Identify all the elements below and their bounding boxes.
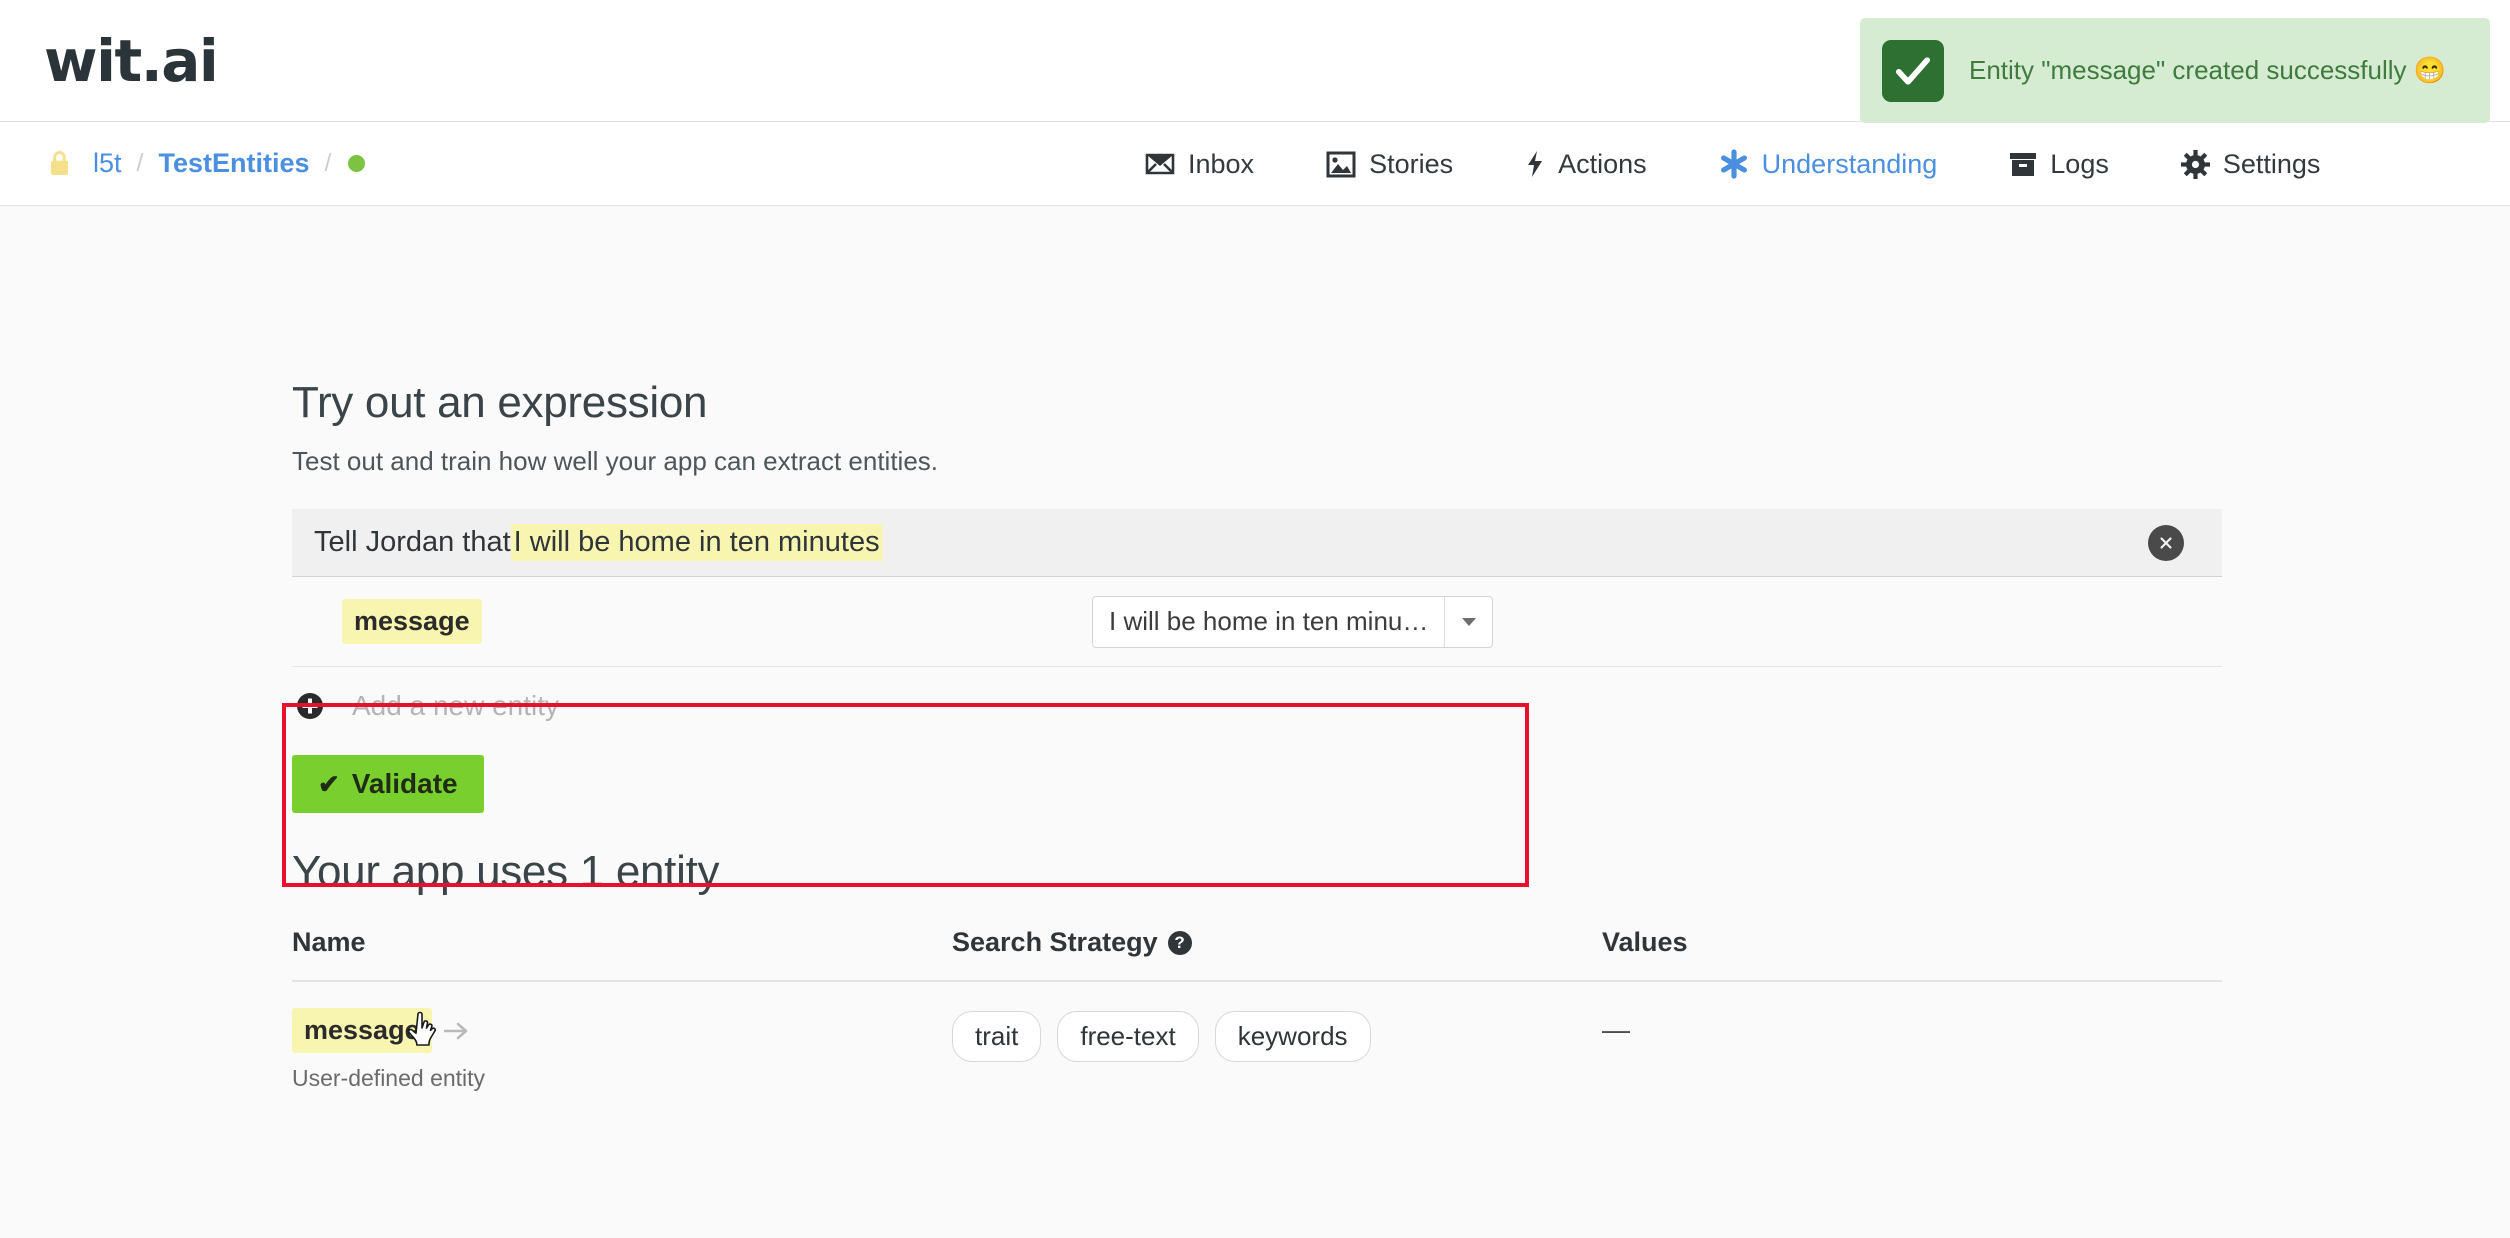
strategy-pill-keywords[interactable]: keywords xyxy=(1214,1011,1371,1062)
expression-area: Tell Jordan that I will be home in ten m… xyxy=(292,509,2222,813)
gear-icon xyxy=(2180,149,2210,179)
arrow-right-icon xyxy=(432,1022,470,1040)
nav-label-logs: Logs xyxy=(2050,148,2109,179)
main-content: Try out an expression Test out and train… xyxy=(292,378,2222,1092)
breadcrumb-separator-2: / xyxy=(324,149,332,177)
entities-table: Name Search Strategy ? Values message Us… xyxy=(292,927,2222,1092)
table-cell-strategy: trait free-text keywords xyxy=(952,1008,1602,1062)
nav-item-understanding[interactable]: Understanding xyxy=(1719,148,1938,180)
plus-circle-icon xyxy=(296,692,324,720)
add-new-entity-placeholder: Add a new entity xyxy=(352,690,560,721)
page-body: Try out an expression Test out and train… xyxy=(0,206,2510,1238)
breadcrumb-app[interactable]: TestEntities xyxy=(158,148,309,179)
inbox-icon xyxy=(1145,151,1175,177)
check-mark-icon: ✔ xyxy=(318,768,340,799)
entity-row: message I will be home in ten minu… xyxy=(292,577,2222,667)
table-row: message User-defined entity trait free-t… xyxy=(292,982,2222,1092)
bolt-icon xyxy=(1525,150,1545,178)
nav-label-stories: Stories xyxy=(1369,148,1454,179)
entity-name-tag[interactable]: message xyxy=(342,599,482,644)
toast-message: Entity "message" created successfully 😁 xyxy=(1969,55,2447,86)
entity-value-select[interactable]: I will be home in ten minu… xyxy=(1092,595,1494,648)
entities-section-title: Your app uses 1 entity xyxy=(292,847,720,896)
entity-value-text: I will be home in ten minu… xyxy=(1109,606,1429,636)
expression-input[interactable]: Tell Jordan that I will be home in ten m… xyxy=(292,509,2222,577)
app-status-dot xyxy=(348,155,366,172)
image-icon xyxy=(1326,151,1356,178)
chevron-down-icon[interactable] xyxy=(1444,596,1492,647)
validate-button-label: Validate xyxy=(351,768,458,799)
strategy-pill-trait[interactable]: trait xyxy=(952,1011,1042,1062)
column-header-strategy: Search Strategy ? xyxy=(952,927,1602,958)
top-header: wit.ai Entity "message" created successf… xyxy=(0,0,2510,123)
expression-prefix: Tell Jordan that xyxy=(314,526,511,558)
archive-icon xyxy=(2009,151,2037,178)
table-cell-values: — xyxy=(1602,1014,1630,1045)
nav-label-settings: Settings xyxy=(2222,148,2321,179)
expression-highlight: I will be home in ten minutes xyxy=(510,524,883,561)
question-mark-icon[interactable]: ? xyxy=(1167,930,1192,955)
nav-item-inbox[interactable]: Inbox xyxy=(1145,149,1254,180)
nav-label-inbox: Inbox xyxy=(1188,148,1255,179)
entity-link-message[interactable]: message xyxy=(292,1008,432,1053)
add-new-entity-row[interactable]: Add a new entity xyxy=(292,667,2222,745)
nav-menu: Inbox Stories Actions Understanding Logs xyxy=(1145,122,2320,206)
breadcrumb: l5t / TestEntities / xyxy=(48,148,366,179)
validate-button[interactable]: ✔ Validate xyxy=(292,755,484,813)
strategy-pill-free-text[interactable]: free-text xyxy=(1057,1011,1199,1062)
check-icon xyxy=(1882,39,1944,102)
page-subtitle: Test out and train how well your app can… xyxy=(292,446,939,476)
nav-label-actions: Actions xyxy=(1558,148,1647,179)
table-header: Name Search Strategy ? Values xyxy=(292,927,2222,982)
nav-item-settings[interactable]: Settings xyxy=(2180,148,2321,180)
page-title: Try out an expression xyxy=(292,378,708,427)
asterisk-icon xyxy=(1719,149,1749,179)
nav-item-actions[interactable]: Actions xyxy=(1525,149,1647,180)
column-header-values: Values xyxy=(1602,927,1688,957)
success-toast: Entity "message" created successfully 😁 xyxy=(1860,18,2490,123)
navigation-bar: l5t / TestEntities / Inbox Stories Actio… xyxy=(0,122,2510,206)
column-header-name: Name xyxy=(292,927,366,957)
breadcrumb-separator-1: / xyxy=(136,149,144,177)
table-cell-name: message User-defined entity xyxy=(292,1008,952,1092)
nav-item-logs[interactable]: Logs xyxy=(2009,149,2109,180)
column-header-strategy-label: Search Strategy xyxy=(952,927,1158,957)
nav-label-understanding: Understanding xyxy=(1761,148,1938,179)
wit-ai-logo[interactable]: wit.ai xyxy=(44,32,219,90)
breadcrumb-owner[interactable]: l5t xyxy=(93,148,122,179)
entity-subtitle: User-defined entity xyxy=(292,1065,486,1091)
close-icon[interactable] xyxy=(2148,524,2184,561)
lock-icon xyxy=(48,150,71,177)
nav-item-stories[interactable]: Stories xyxy=(1326,149,1453,180)
